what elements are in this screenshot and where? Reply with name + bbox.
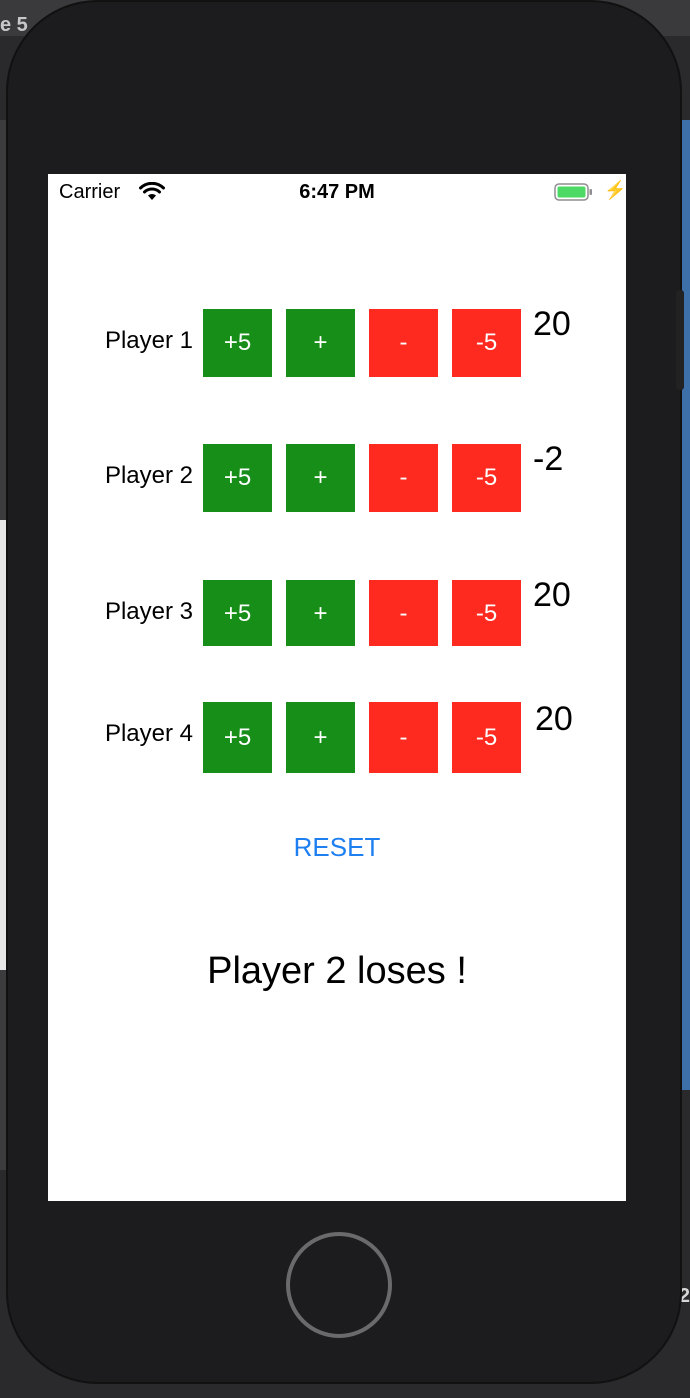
player-4-label: Player 4: [104, 720, 194, 747]
home-button[interactable]: [286, 1232, 392, 1338]
player-3-plus5-button[interactable]: +5: [203, 580, 272, 646]
charging-icon: ⚡: [604, 180, 626, 200]
player-2-minus5-button[interactable]: -5: [452, 444, 521, 512]
player-3-score: 20: [533, 576, 571, 614]
player-1-score: 20: [533, 305, 571, 343]
desktop-right-panel: [682, 120, 690, 1090]
player-row-2: Player 2 +5 + - -5 -2: [48, 440, 626, 512]
player-row-4: Player 4 +5 + - -5 20: [48, 700, 626, 773]
result-message: Player 2 loses !: [207, 950, 467, 992]
player-4-plus5-button[interactable]: +5: [203, 702, 272, 773]
player-4-minus-button[interactable]: -: [369, 702, 438, 773]
player-1-minus5-button[interactable]: -5: [452, 309, 521, 377]
player-3-minus5-button[interactable]: -5: [452, 580, 521, 646]
player-4-score: 20: [535, 700, 573, 738]
player-2-minus-button[interactable]: -: [369, 444, 438, 512]
status-time: 6:47 PM: [299, 181, 375, 203]
player-2-label: Player 2: [104, 462, 194, 489]
player-2-plus-button[interactable]: +: [286, 444, 355, 512]
player-3-minus-button[interactable]: -: [369, 580, 438, 646]
battery-icon: [554, 183, 592, 201]
status-bar: Carrier 6:47 PM ⚡: [48, 174, 626, 212]
player-4-minus5-button[interactable]: -5: [452, 702, 521, 773]
app-screen: Carrier 6:47 PM ⚡ Player 1 +5 + - -5 20 …: [48, 174, 626, 1201]
player-1-label: Player 1: [104, 327, 194, 354]
player-row-3: Player 3 +5 + - -5 20: [48, 576, 626, 646]
player-1-plus5-button[interactable]: +5: [203, 309, 272, 377]
player-1-plus-button[interactable]: +: [286, 309, 355, 377]
side-button[interactable]: [676, 290, 684, 390]
reset-button[interactable]: RESET: [48, 832, 626, 863]
player-3-plus-button[interactable]: +: [286, 580, 355, 646]
desktop-tab-title: e 5: [0, 14, 28, 36]
player-1-minus-button[interactable]: -: [369, 309, 438, 377]
player-4-plus-button[interactable]: +: [286, 702, 355, 773]
player-2-score: -2: [533, 440, 564, 478]
player-3-label: Player 3: [104, 598, 194, 625]
player-2-plus5-button[interactable]: +5: [203, 444, 272, 512]
player-row-1: Player 1 +5 + - -5 20: [48, 305, 626, 377]
